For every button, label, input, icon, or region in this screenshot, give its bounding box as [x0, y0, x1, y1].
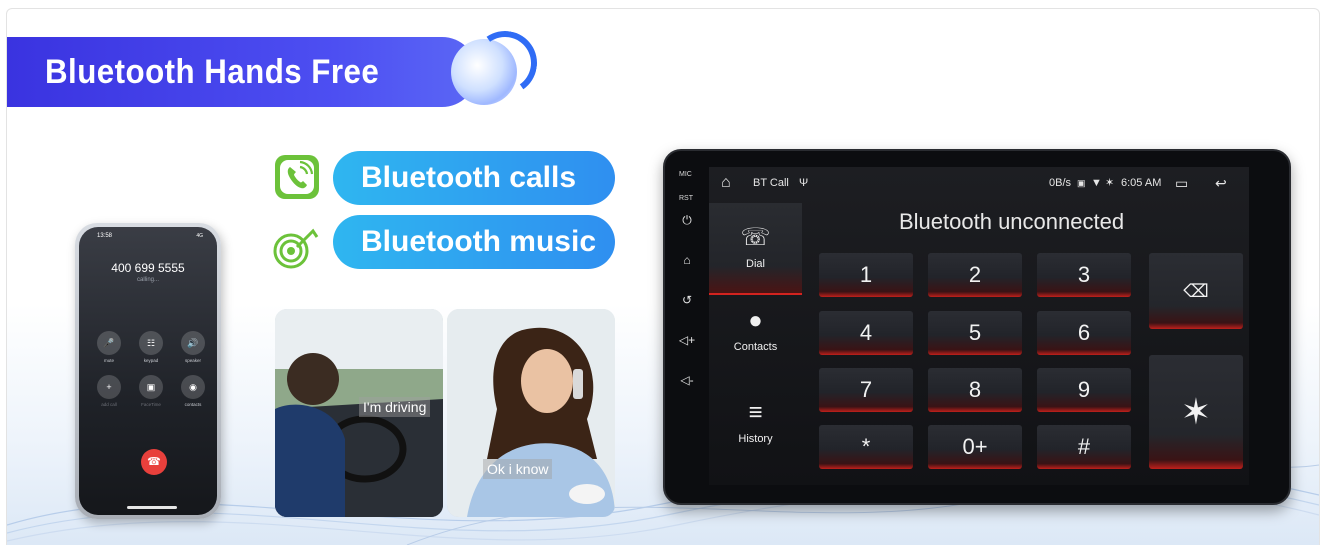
key-9[interactable]: 9	[1037, 368, 1131, 412]
speaker-label: speaker	[184, 358, 201, 363]
return-icon[interactable]: ↩	[1215, 167, 1227, 199]
phone-icon: ☏	[740, 224, 771, 251]
facetime-label: FaceTime	[141, 402, 161, 407]
nav-dial[interactable]: ☏ Dial	[709, 203, 802, 295]
home-outline-icon[interactable]: ⌂	[721, 167, 731, 199]
mic-label: MIC	[679, 171, 692, 178]
car-head-unit: MIC RST ⏻ ⌂ ↺ ◁+ ◁- ⌂ BT Call Ψ 0B/s ▣ ▼…	[663, 149, 1291, 505]
app-title: BT Call	[753, 177, 789, 189]
promo-panel: Bluetooth Hands Free Bluetooth calls Blu…	[6, 8, 1320, 545]
call-state: calling...	[136, 277, 159, 283]
call-history-icon: ≡	[748, 399, 763, 426]
key-2[interactable]: 2	[928, 253, 1022, 297]
end-call-button[interactable]: ☎	[141, 449, 167, 475]
key-5[interactable]: 5	[928, 311, 1022, 355]
mute-label: mute	[103, 358, 114, 363]
bluetooth-settings-button[interactable]: ✶	[1149, 355, 1243, 469]
plus-icon[interactable]: +	[97, 375, 121, 399]
key-3[interactable]: 3	[1037, 253, 1131, 297]
person-icon: ●	[748, 307, 763, 334]
contacts-label: contacts	[184, 402, 202, 407]
contacts-icon[interactable]: ◉	[181, 375, 205, 399]
phone-screen: 13:58 4G 400 699 5555 calling... 🎤 mute …	[79, 227, 217, 515]
nav-history[interactable]: ≡ History	[709, 399, 802, 469]
screen-cast-icon: ▣	[1077, 178, 1086, 188]
connection-status: Bluetooth unconnected	[899, 209, 1125, 234]
feature-pill-calls: Bluetooth calls	[333, 151, 615, 205]
phone-call-icon	[275, 155, 319, 199]
nav-dial-label: Dial	[746, 258, 765, 270]
smartphone: 13:58 4G 400 699 5555 calling... 🎤 mute …	[75, 223, 221, 519]
music-note-icon	[273, 228, 319, 269]
key-star[interactable]: *	[819, 425, 913, 469]
speaker-icon[interactable]: 🔊	[181, 331, 205, 355]
recent-apps-icon[interactable]: ▭	[1175, 167, 1188, 199]
add-call-label: add call	[101, 402, 117, 407]
keypad-label: keypad	[143, 358, 159, 363]
home-icon[interactable]: ⌂	[677, 253, 697, 267]
photo-driver: I'm driving	[275, 309, 443, 517]
photo-woman: Ok i know	[447, 309, 615, 517]
phone-number: 400 699 5555	[111, 261, 185, 275]
key-7[interactable]: 7	[819, 368, 913, 412]
key-4[interactable]: 4	[819, 311, 913, 355]
backspace-button[interactable]: ⌫	[1149, 253, 1243, 329]
power-icon[interactable]: ⏻	[677, 213, 697, 228]
home-indicator	[127, 506, 177, 509]
clock-time: 6:05 AM	[1121, 177, 1162, 189]
keypad-icon[interactable]: ☷	[139, 331, 163, 355]
rst-label: RST	[679, 195, 693, 202]
nav-contacts[interactable]: ● Contacts	[709, 307, 802, 377]
key-8[interactable]: 8	[928, 368, 1022, 412]
key-6[interactable]: 6	[1037, 311, 1131, 355]
usb-icon: Ψ	[799, 177, 809, 189]
phone-network-status: 4G	[196, 233, 203, 239]
caption-ok: Ok i know	[483, 459, 553, 479]
bluetooth-status-icon: ✶	[1105, 177, 1115, 189]
bluetooth-settings-icon: ✶	[1180, 391, 1212, 432]
mic-off-icon[interactable]: 🎤	[97, 331, 121, 355]
net-speed: 0B/s	[1049, 177, 1072, 189]
location-icon: ▼	[1091, 177, 1102, 189]
page-title: Bluetooth Hands Free	[45, 53, 380, 91]
volume-down-icon[interactable]: ◁-	[677, 373, 697, 387]
caption-driving: I'm driving	[359, 397, 431, 417]
header-banner: Bluetooth Hands Free	[7, 37, 477, 107]
woman-illustration	[447, 309, 615, 517]
nav-contacts-label: Contacts	[733, 341, 778, 353]
feature-pill-music: Bluetooth music	[333, 215, 615, 269]
nav-history-label: History	[738, 433, 773, 445]
key-0-plus[interactable]: 0+	[928, 425, 1022, 469]
key-hash[interactable]: #	[1037, 425, 1131, 469]
video-icon[interactable]: ▣	[139, 375, 163, 399]
key-1[interactable]: 1	[819, 253, 913, 297]
phone-time: 13:58	[97, 233, 113, 239]
backspace-icon: ⌫	[1183, 281, 1209, 301]
head-unit-screen: ⌂ BT Call Ψ 0B/s ▣ ▼ ✶ 6:05 AM ▭ ↩ ☏ Dia…	[709, 167, 1249, 485]
back-icon[interactable]: ↺	[677, 293, 697, 307]
volume-up-icon[interactable]: ◁+	[677, 333, 697, 347]
